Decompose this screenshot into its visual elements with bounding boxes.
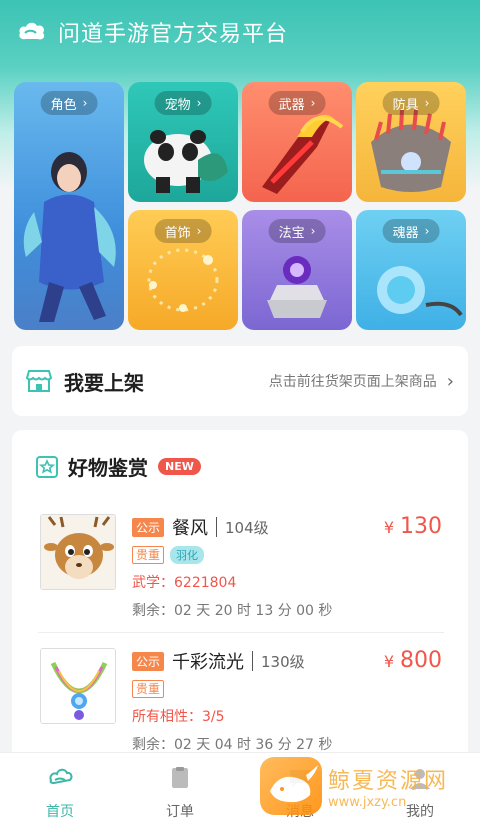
item-level: 104级: [225, 518, 269, 537]
category-pill-character[interactable]: 角色 ›: [40, 91, 98, 115]
tab-home[interactable]: 首页: [20, 765, 100, 821]
list-item[interactable]: 公示 餐风 104级 ¥130 贵重 羽化 武学：6221804 剩余：02 天…: [38, 514, 446, 644]
category-pill-treasure[interactable]: 法宝 ›: [268, 219, 326, 243]
watermark: 鲸夏资源网 www.jxzy.cn: [260, 757, 476, 815]
rainbow-necklace-image: [41, 649, 115, 723]
list-item-shelf-card[interactable]: 我要上架 点击前往货架页面上架商品 ›: [12, 346, 468, 416]
app-title: 问道手游官方交易平台: [58, 22, 289, 47]
category-pill-soul[interactable]: 魂器 ›: [382, 219, 440, 243]
price-value: 800: [400, 648, 442, 673]
watermark-url: www.jxzy.cn: [328, 794, 407, 810]
category-label: 法宝: [278, 225, 305, 241]
category-label: 首饰: [164, 225, 191, 241]
item-name: 餐风: [172, 518, 209, 539]
item-stat: 所有相性：3/5: [132, 709, 225, 725]
rare-tag: 贵重: [132, 680, 165, 698]
category-label: 宠物: [164, 97, 191, 113]
chevron-right-icon: ›: [424, 224, 430, 238]
new-badge: NEW: [158, 458, 201, 475]
chevron-right-icon: ›: [310, 96, 316, 110]
item-thumbnail: [40, 514, 116, 590]
item-level: 130级: [261, 652, 305, 671]
category-pill-pet[interactable]: 宠物 ›: [154, 91, 212, 115]
rare-tag: 贵重: [132, 546, 165, 564]
character-art: [23, 152, 116, 322]
category-pill-jewelry[interactable]: 首饰 ›: [154, 219, 212, 243]
currency-symbol: ¥: [383, 518, 394, 537]
category-card-armor[interactable]: 防具 ›: [356, 82, 466, 202]
goods-section: 好物鉴赏 NEW 公示 餐风 104级 ¥ 130 贵重 羽化 武学：62218…: [12, 430, 468, 760]
shop-icon: [26, 370, 52, 392]
item-stat: 武学：6221804: [132, 575, 237, 591]
shelf-title: 我要上架: [64, 370, 144, 395]
category-label: 角色: [50, 97, 77, 113]
goods-title: 好物鉴赏: [68, 456, 148, 480]
deer-pet-image: [41, 515, 115, 589]
divider: [216, 517, 218, 537]
category-card-soul[interactable]: 魂器 ›: [356, 210, 466, 330]
category-pill-weapon[interactable]: 武器 ›: [268, 91, 326, 115]
goods-header: 好物鉴赏 NEW: [36, 452, 201, 481]
category-pill-armor[interactable]: 防具 ›: [382, 91, 440, 115]
item-price: ¥800: [384, 648, 442, 673]
divider: [252, 651, 254, 671]
item-countdown: 剩余：02 天 04 时 36 分 27 秒: [132, 737, 333, 753]
status-badge: 公示: [132, 651, 165, 671]
order-icon: [172, 767, 188, 788]
star-icon: [36, 455, 58, 478]
category-label: 武器: [278, 97, 305, 113]
category-label: 防具: [392, 97, 419, 113]
item-thumbnail: [40, 648, 116, 724]
category-card-character[interactable]: 角色 ›: [14, 82, 124, 330]
chevron-right-icon: ›: [446, 370, 454, 392]
nav-label: 订单: [166, 804, 194, 820]
chevron-right-icon: ›: [82, 96, 88, 110]
category-grid: 角色 › 宠物 › 武器 › 防具 › 首饰 › 法宝 › 魂器 ›: [14, 82, 466, 332]
category-card-pet[interactable]: 宠物 ›: [128, 82, 238, 202]
item-countdown: 剩余：02 天 20 时 13 分 00 秒: [132, 603, 333, 619]
app-header: 问道手游官方交易平台: [0, 0, 480, 64]
chevron-right-icon: ›: [424, 96, 430, 110]
home-icon: [49, 768, 73, 785]
chevron-right-icon: ›: [196, 96, 202, 110]
whale-logo-icon: [260, 757, 322, 815]
category-card-treasure[interactable]: 法宝 ›: [242, 210, 352, 330]
chevron-right-icon: ›: [196, 224, 202, 238]
tab-orders[interactable]: 订单: [140, 765, 220, 821]
watermark-title: 鲸夏资源网: [328, 768, 449, 794]
item-price: ¥130: [384, 514, 442, 539]
item-info: 公示 千彩流光 130级 ¥800 贵重 所有相性：3/5 剩余：02 天 04…: [132, 648, 442, 754]
item-info: 公示 餐风 104级 ¥130 贵重 羽化 武学：6221804 剩余：02 天…: [132, 514, 442, 620]
category-card-jewelry[interactable]: 首饰 ›: [128, 210, 238, 330]
item-name: 千彩流光: [172, 652, 245, 673]
category-card-weapon[interactable]: 武器 ›: [242, 82, 352, 202]
category-label: 魂器: [392, 225, 419, 241]
divider: [38, 632, 444, 633]
chevron-right-icon: ›: [310, 224, 316, 238]
feather-tag: 羽化: [170, 546, 205, 564]
status-badge: 公示: [132, 517, 165, 537]
cloud-logo-icon: [19, 22, 45, 40]
price-value: 130: [400, 514, 442, 539]
currency-symbol: ¥: [383, 652, 394, 671]
nav-label: 首页: [46, 804, 74, 820]
shelf-subtitle: 点击前往货架页面上架商品: [268, 374, 437, 390]
